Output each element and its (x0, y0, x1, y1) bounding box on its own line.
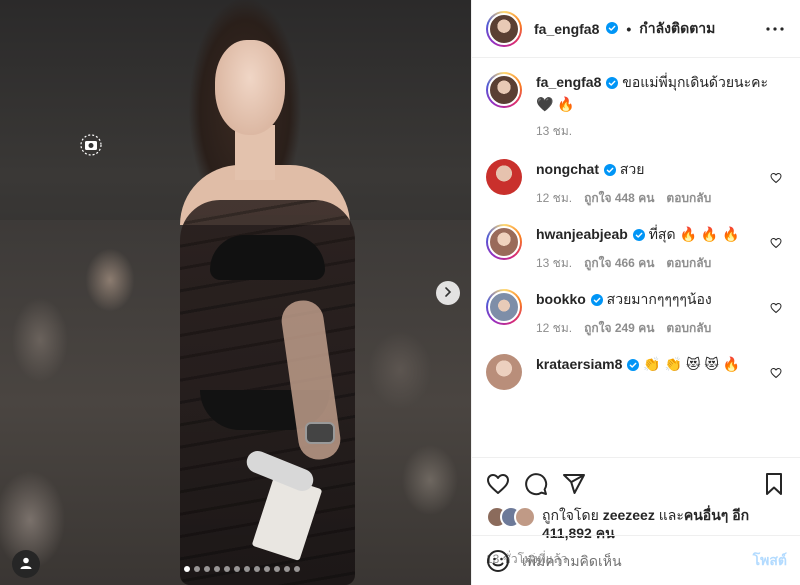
carousel-dot (294, 566, 300, 572)
post-media[interactable] (0, 0, 471, 585)
carousel-dot (244, 566, 250, 572)
user-icon (19, 556, 33, 573)
carousel-dot (204, 566, 210, 572)
liker-username[interactable]: zeezeez (603, 507, 655, 523)
commenter-username[interactable]: krataersiam8 (536, 356, 622, 372)
carousel-dots (184, 566, 300, 572)
comment-text: ที่สุด 🔥 🔥 🔥 (648, 226, 740, 242)
author-avatar[interactable] (486, 72, 522, 108)
commenter-username[interactable]: hwanjeabjeab (536, 226, 628, 242)
comment-likes[interactable]: ถูกใจ 466 คน (584, 254, 654, 273)
liker-avatars[interactable] (486, 506, 538, 528)
reply-button[interactable]: ตอบกลับ (666, 319, 711, 338)
comment-item: krataersiam8 👏 👏 😻 😻 🔥 (486, 354, 786, 390)
separator-dot: • (626, 20, 632, 37)
chevron-right-icon (442, 285, 454, 301)
carousel-dot (194, 566, 200, 572)
liker-avatar (514, 506, 536, 528)
likes-prefix: ถูกใจโดย (542, 507, 603, 523)
carousel-dot (184, 566, 190, 572)
commenter-avatar[interactable] (486, 224, 522, 260)
verified-icon (590, 291, 603, 311)
commenter-avatar[interactable] (486, 159, 522, 195)
heart-icon[interactable] (770, 366, 782, 382)
heart-icon[interactable] (770, 236, 782, 252)
carousel-dot (274, 566, 280, 572)
author-username[interactable]: fa_engfa8 (534, 21, 599, 37)
caption-time: 13 ชม. (536, 124, 573, 138)
next-slide-button[interactable] (436, 281, 460, 305)
carousel-dot (264, 566, 270, 572)
heart-icon[interactable] (770, 171, 782, 187)
verified-icon (606, 21, 619, 37)
verified-icon (604, 161, 616, 181)
carousel-dot (214, 566, 220, 572)
comment-text: สวยมากๆๆๆๆน้อง (606, 291, 712, 307)
more-icon[interactable] (766, 18, 784, 34)
caption-username[interactable]: fa_engfa8 (536, 74, 601, 90)
caption: fa_engfa8 ขอแม่พี่มุกเดินด้วยนะคะ 🖤 🔥 13… (486, 72, 786, 141)
comment-likes[interactable]: ถูกใจ 448 คน (584, 189, 654, 208)
heart-icon[interactable] (486, 472, 510, 496)
post-dialog: fa_engfa8 • กำลังติดตาม fa_engfa8 ขอแม่พ… (0, 0, 800, 585)
author-avatar[interactable] (486, 10, 522, 47)
post-sidebar: fa_engfa8 • กำลังติดตาม fa_engfa8 ขอแม่พ… (471, 0, 800, 585)
comment-text: 👏 👏 😻 😻 🔥 (643, 356, 741, 372)
comment-item: hwanjeabjeab ที่สุด 🔥 🔥 🔥 13 ชม. ถูกใจ 4… (486, 224, 786, 273)
comment-time: 12 ชม. (536, 321, 573, 335)
comments-list[interactable]: fa_engfa8 ขอแม่พี่มุกเดินด้วยนะคะ 🖤 🔥 13… (472, 58, 800, 457)
heart-icon[interactable] (770, 301, 782, 317)
commenter-avatar[interactable] (486, 289, 522, 325)
emoji-icon[interactable] (486, 549, 510, 573)
post-button[interactable]: โพสต์ (753, 550, 787, 572)
reply-button[interactable]: ตอบกลับ (666, 189, 711, 208)
carousel-dot (284, 566, 290, 572)
comment-icon[interactable] (524, 472, 548, 496)
commenter-avatar[interactable] (486, 354, 522, 390)
verified-icon (627, 356, 640, 376)
camera-icon (71, 132, 111, 158)
commenter-username[interactable]: nongchat (536, 161, 599, 177)
comment-item: bookko สวยมากๆๆๆๆน้อง 12 ชม. ถูกใจ 249 ค… (486, 289, 786, 338)
verified-icon (632, 226, 645, 246)
comment-likes[interactable]: ถูกใจ 249 คน (584, 319, 654, 338)
watch (305, 422, 335, 444)
model-figure (140, 0, 370, 585)
comment-text: สวย (619, 161, 645, 177)
commenter-username[interactable]: bookko (536, 291, 586, 307)
reply-button[interactable]: ตอบกลับ (666, 254, 711, 273)
carousel-dot (254, 566, 260, 572)
carousel-dot (234, 566, 240, 572)
bookmark-icon[interactable] (762, 472, 786, 496)
verified-icon (606, 74, 619, 94)
following-button[interactable]: กำลังติดตาม (639, 18, 715, 40)
likes-middle: และ (654, 507, 684, 523)
carousel-dot (224, 566, 230, 572)
comment-input[interactable] (522, 552, 753, 569)
comment-time: 13 ชม. (536, 256, 573, 270)
likes-others[interactable]: คนอื่นๆ อีก (684, 507, 749, 523)
add-comment-bar: โพสต์ (472, 535, 800, 585)
share-icon[interactable] (562, 472, 586, 496)
post-header: fa_engfa8 • กำลังติดตาม (472, 0, 800, 58)
tagged-users-button[interactable] (12, 550, 40, 578)
comment-item: nongchat สวย 12 ชม. ถูกใจ 448 คน ตอบกลับ (486, 159, 786, 208)
comment-time: 12 ชม. (536, 191, 573, 205)
